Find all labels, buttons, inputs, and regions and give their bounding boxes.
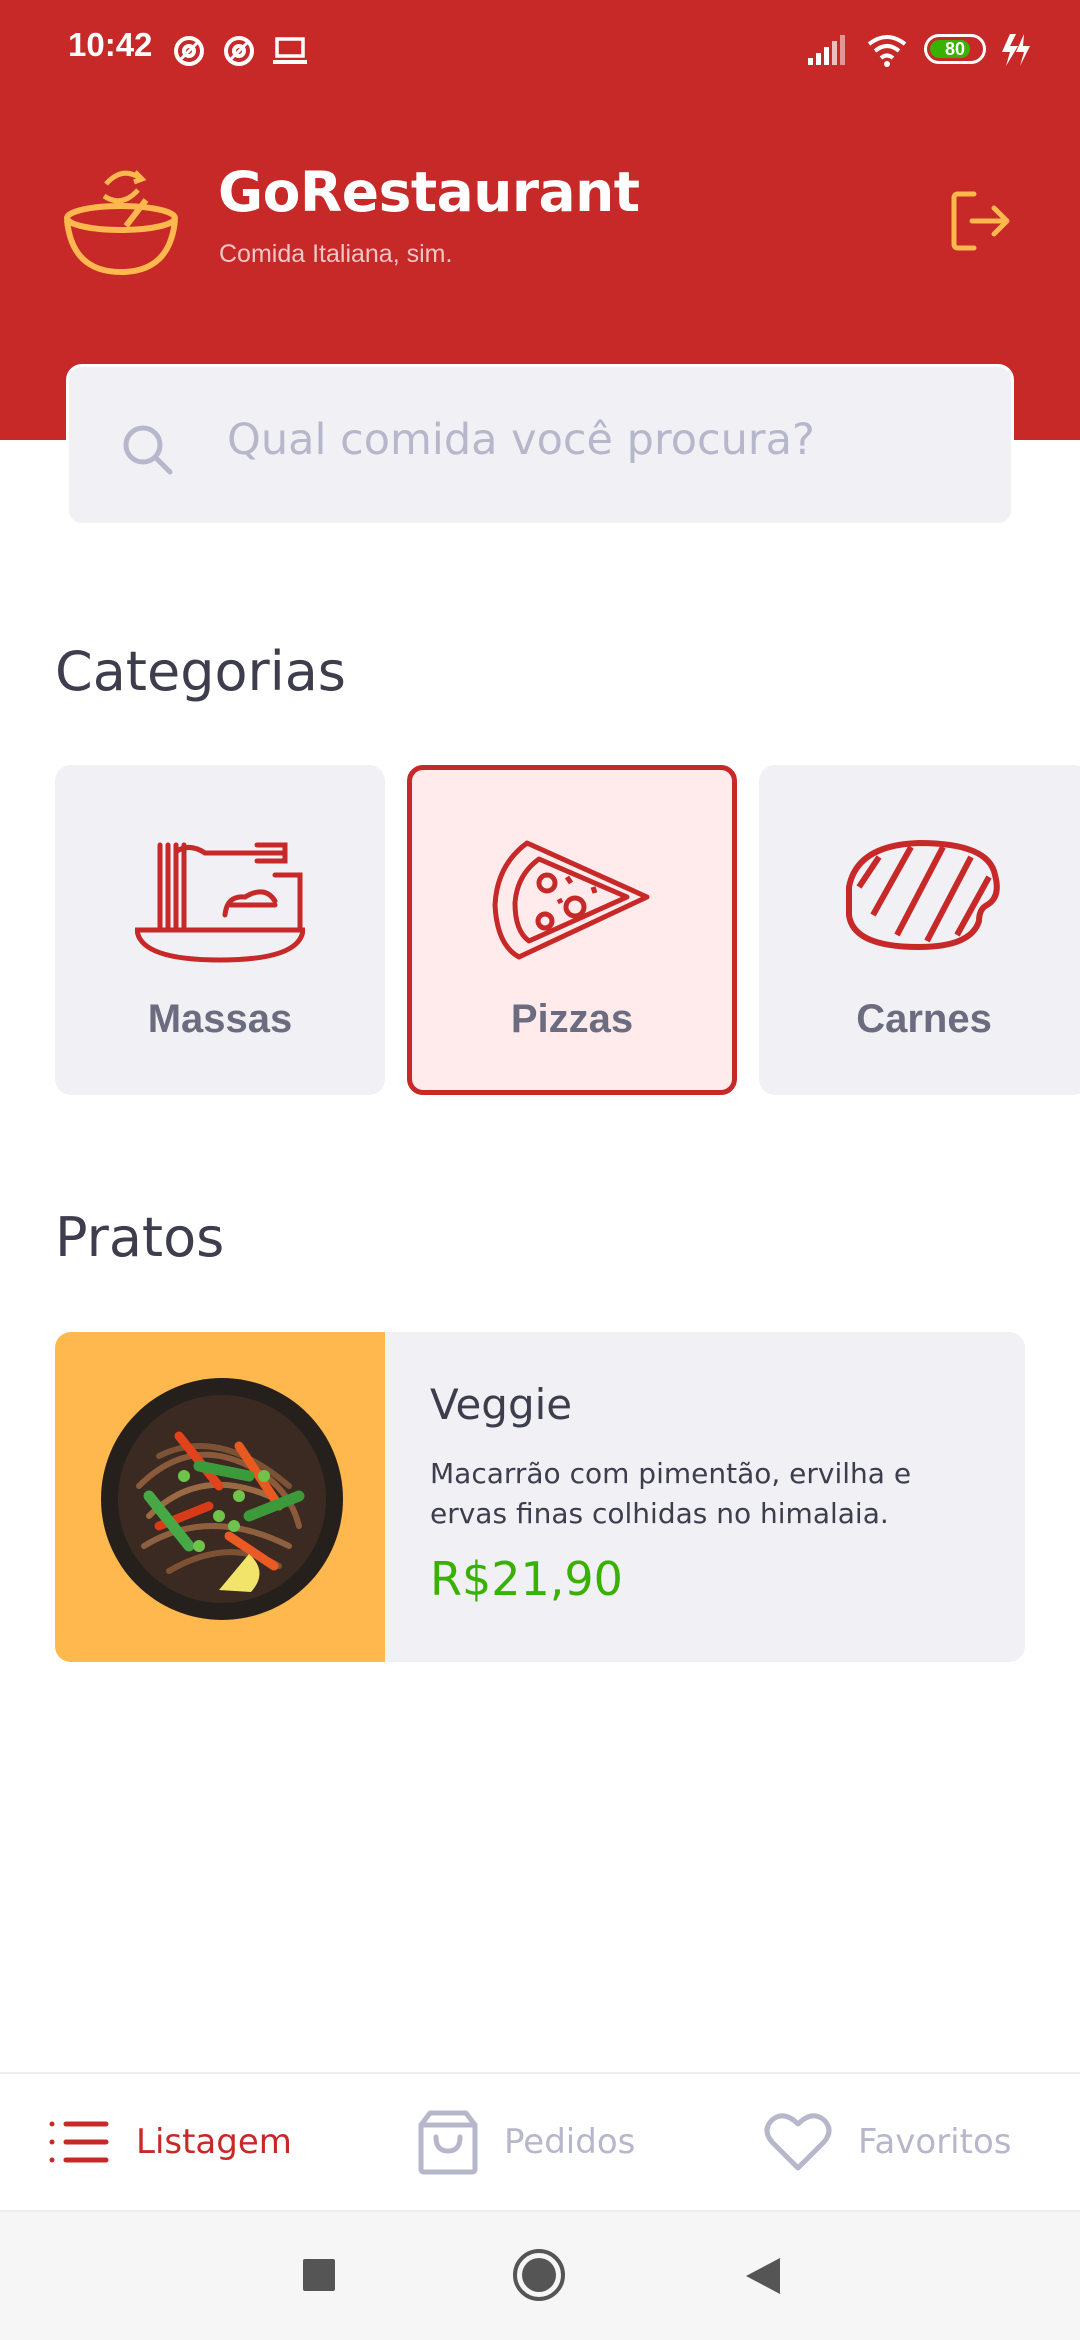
search-input[interactable]: Qual comida você procura? xyxy=(66,364,1014,526)
dish-price: R$21,90 xyxy=(430,1552,623,1606)
nav-listagem[interactable]: Listagem xyxy=(48,2074,292,2210)
nav-label: Pedidos xyxy=(504,2122,636,2162)
battery-level: 80 xyxy=(944,39,966,59)
nav-label: Favoritos xyxy=(858,2122,1012,2162)
category-label: Carnes xyxy=(856,997,992,1041)
category-carnes[interactable]: Carnes xyxy=(759,765,1080,1095)
wifi-icon xyxy=(867,35,907,67)
pasta-icon xyxy=(135,842,305,963)
pizza-icon xyxy=(492,840,650,960)
signal-icon xyxy=(808,35,845,65)
app-subtitle: Comida Italiana, sim. xyxy=(219,240,453,268)
bottom-nav: Listagem Pedidos Favoritos xyxy=(0,2072,1080,2210)
dish-photo xyxy=(101,1378,343,1620)
search-icon xyxy=(123,425,173,475)
nav-pedidos[interactable]: Pedidos xyxy=(418,2074,635,2210)
heart-icon xyxy=(764,2113,832,2171)
logout-icon[interactable] xyxy=(950,190,1012,252)
dish-name: Veggie xyxy=(430,1380,573,1429)
system-nav-bar xyxy=(0,2210,1080,2340)
recents-icon[interactable] xyxy=(302,2258,336,2292)
nav-label: Listagem xyxy=(136,2122,292,2162)
category-pizzas[interactable]: Pizzas xyxy=(407,765,737,1095)
steak-icon xyxy=(846,840,1000,950)
status-time: 10:42 xyxy=(68,26,153,63)
laptop-icon xyxy=(273,37,307,64)
dish-card[interactable]: Veggie Macarrão com pimentão, ervilha e … xyxy=(55,1332,1025,1662)
charging-icon xyxy=(1002,34,1030,66)
battery-icon: 80 xyxy=(924,34,986,64)
at-icon xyxy=(224,36,254,66)
categories-title: Categorias xyxy=(55,640,346,703)
nav-favoritos[interactable]: Favoritos xyxy=(764,2074,1011,2210)
category-label: Pizzas xyxy=(510,997,634,1041)
home-icon[interactable] xyxy=(512,2248,566,2302)
app-title: GoRestaurant xyxy=(218,160,640,224)
bowl-logo-icon xyxy=(64,170,178,276)
list-icon xyxy=(49,2121,109,2163)
category-massas[interactable]: Massas xyxy=(55,765,385,1095)
at-icon xyxy=(174,36,204,66)
search-placeholder: Qual comida você procura? xyxy=(227,415,815,465)
dish-image xyxy=(55,1332,385,1662)
dishes-title: Pratos xyxy=(55,1206,225,1269)
category-label: Massas xyxy=(147,997,293,1041)
shopping-bag-icon xyxy=(418,2110,478,2175)
back-icon[interactable] xyxy=(744,2256,782,2296)
dish-description: Macarrão com pimentão, ervilha e ervas f… xyxy=(430,1457,912,1530)
